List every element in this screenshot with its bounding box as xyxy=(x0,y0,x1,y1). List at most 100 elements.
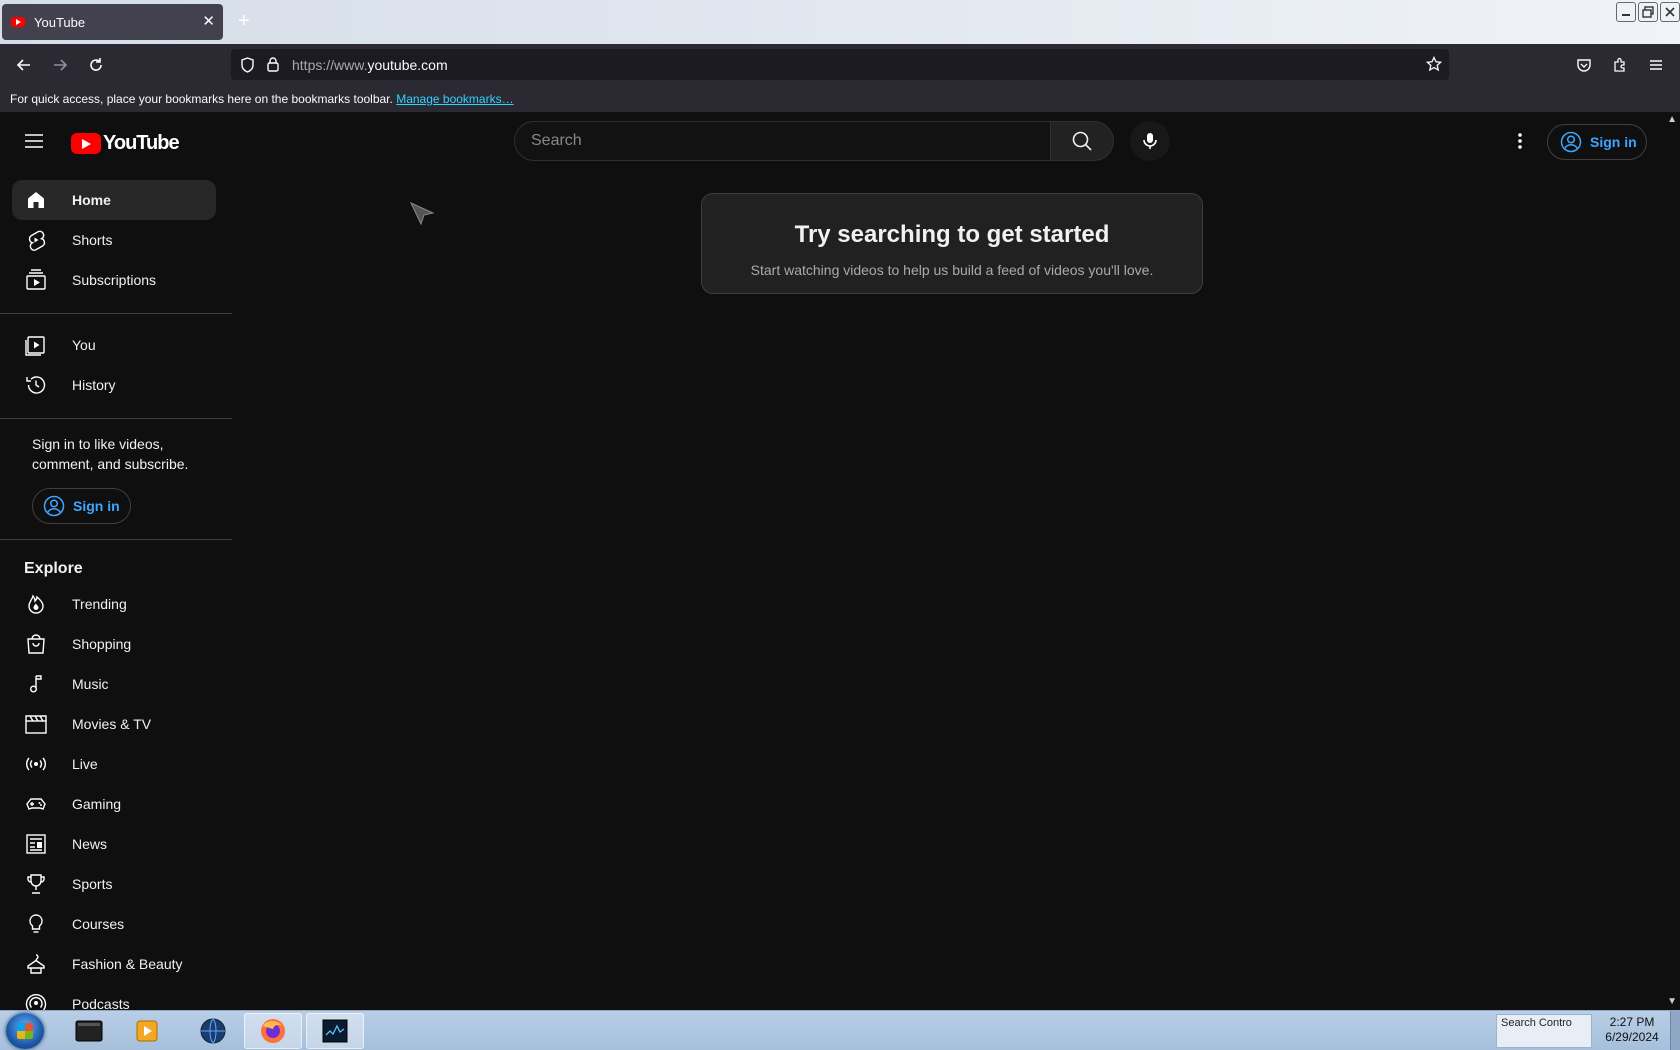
puzzle-icon xyxy=(1614,57,1625,72)
youtube-favicon-icon xyxy=(11,17,25,27)
microphone-icon xyxy=(1143,133,1157,149)
bookmarks-hint: For quick access, place your bookmarks h… xyxy=(10,92,393,106)
bookmark-star-icon[interactable] xyxy=(1426,56,1442,72)
lock-icon[interactable] xyxy=(267,56,279,72)
sign-in-label: Sign in xyxy=(73,498,120,514)
sidebar-item-shorts[interactable]: Shorts xyxy=(12,220,216,260)
header-sign-in-button[interactable]: Sign in xyxy=(1547,124,1647,160)
vertical-dots-icon xyxy=(1518,133,1522,149)
sidebar-item-label: Music xyxy=(72,676,109,692)
taskbar-app-firefox[interactable] xyxy=(244,1013,302,1049)
system-monitor-icon xyxy=(322,1019,348,1043)
sidebar-item-trending[interactable]: Trending xyxy=(12,584,216,624)
system-tray[interactable]: Search Contro xyxy=(1496,1014,1592,1048)
youtube-logo[interactable]: YouTube xyxy=(71,132,180,155)
taskbar-app-terminal[interactable] xyxy=(60,1013,118,1049)
bookmarks-toolbar: For quick access, place your bookmarks h… xyxy=(0,85,1680,112)
reload-icon xyxy=(90,58,102,71)
clock-date: 6/29/2024 xyxy=(1605,1030,1659,1044)
account-circle-icon xyxy=(1560,131,1582,153)
show-desktop-button[interactable] xyxy=(1670,1011,1680,1050)
sidebar-item-sports[interactable]: Sports xyxy=(12,864,216,904)
sidebar-item-gaming[interactable]: Gaming xyxy=(12,784,216,824)
sidebar-item-news[interactable]: News xyxy=(12,824,216,864)
new-tab-button[interactable]: + xyxy=(238,10,250,32)
hamburger-menu-icon xyxy=(1650,60,1662,70)
forward-arrow-icon xyxy=(54,59,68,71)
browser-tab-bar: YouTube ✕ + xyxy=(0,0,1680,44)
sidebar-item-label: You xyxy=(72,337,96,353)
forward-button[interactable] xyxy=(49,54,71,76)
sidebar-item-label: History xyxy=(72,377,116,393)
account-circle-icon xyxy=(43,495,65,517)
sidebar-item-label: Podcasts xyxy=(72,996,130,1010)
scroll-up-arrow-icon[interactable]: ▲ xyxy=(1667,114,1677,125)
minimize-window-button[interactable] xyxy=(1616,2,1636,22)
sidebar-item-fashion-beauty[interactable]: Fashion & Beauty xyxy=(12,944,216,984)
sidebar-item-music[interactable]: Music xyxy=(12,664,216,704)
youtube-header: YouTube Sign in xyxy=(0,112,1668,170)
history-icon xyxy=(26,376,46,394)
url-text[interactable]: https://www.youtube.com xyxy=(292,57,448,73)
mouse-cursor-icon xyxy=(409,201,435,226)
guide-menu-button[interactable] xyxy=(22,129,46,153)
sidebar-item-label: Shopping xyxy=(72,636,132,652)
url-prefix: https://www. xyxy=(292,57,368,73)
media-player-icon xyxy=(136,1020,158,1042)
taskbar-app-monitor[interactable] xyxy=(306,1013,364,1049)
sidebar-divider xyxy=(0,418,232,419)
reload-button[interactable] xyxy=(85,54,107,76)
youtube-play-logo-icon xyxy=(71,133,101,154)
pocket-icon xyxy=(1577,59,1591,72)
url-bar[interactable]: https://www.youtube.com xyxy=(231,49,1449,80)
settings-more-button[interactable] xyxy=(1508,129,1532,153)
sidebar-divider xyxy=(0,313,232,314)
sidebar-item-history[interactable]: History xyxy=(12,365,216,405)
restore-window-button[interactable] xyxy=(1638,2,1658,22)
sidebar-sign-in-button[interactable]: Sign in xyxy=(32,488,131,524)
taskbar-clock[interactable]: 2:27 PM 6/29/2024 xyxy=(1596,1015,1668,1045)
home-icon xyxy=(28,192,44,208)
sports-icon xyxy=(27,874,45,894)
tab-close-icon[interactable]: ✕ xyxy=(202,13,215,31)
sidebar-item-subscriptions[interactable]: Subscriptions xyxy=(12,260,216,300)
sidebar-item-label: Gaming xyxy=(72,796,122,812)
sidebar-item-courses[interactable]: Courses xyxy=(12,904,216,944)
sidebar-item-movies-tv[interactable]: Movies & TV xyxy=(12,704,216,744)
extensions-button[interactable] xyxy=(1609,54,1631,76)
music-icon xyxy=(29,675,42,693)
search-box xyxy=(514,121,1051,161)
search-input[interactable] xyxy=(515,122,1050,160)
prompt-title: Try searching to get started xyxy=(794,221,1110,248)
start-button[interactable] xyxy=(6,1013,44,1049)
sidebar-item-label: Sports xyxy=(72,876,113,892)
close-window-button[interactable] xyxy=(1660,2,1680,22)
taskbar-app-media-player[interactable] xyxy=(118,1013,176,1049)
tray-label: Search Contro xyxy=(1501,1017,1572,1029)
clock-time: 2:27 PM xyxy=(1609,1015,1655,1029)
back-button[interactable] xyxy=(13,54,35,76)
sidebar-item-label: Shorts xyxy=(72,232,113,248)
app-menu-button[interactable] xyxy=(1645,54,1667,76)
taskbar-app-globe[interactable] xyxy=(184,1013,242,1049)
scroll-down-arrow-icon[interactable]: ▼ xyxy=(1667,996,1677,1007)
back-arrow-icon xyxy=(16,59,30,71)
sidebar-item-label: Courses xyxy=(72,916,125,932)
sidebar-item-home[interactable]: Home xyxy=(12,180,216,220)
search-button[interactable] xyxy=(1051,121,1114,161)
shield-icon[interactable] xyxy=(240,57,255,73)
fashion-icon xyxy=(27,954,45,974)
manage-bookmarks-link[interactable]: Manage bookmarks… xyxy=(396,92,513,106)
shorts-icon xyxy=(28,230,46,251)
terminal-icon xyxy=(75,1020,103,1042)
sign-in-label: Sign in xyxy=(1590,134,1637,150)
news-icon xyxy=(26,834,46,854)
tab-title: YouTube xyxy=(34,14,86,30)
sidebar-item-podcasts[interactable]: Podcasts xyxy=(12,984,216,1010)
browser-tab-youtube[interactable]: YouTube ✕ xyxy=(2,4,223,40)
voice-search-button[interactable] xyxy=(1130,121,1170,161)
pocket-button[interactable] xyxy=(1573,54,1595,76)
sidebar-item-live[interactable]: Live xyxy=(12,744,216,784)
sidebar-item-shopping[interactable]: Shopping xyxy=(12,624,216,664)
sidebar-item-you[interactable]: You xyxy=(12,325,216,365)
